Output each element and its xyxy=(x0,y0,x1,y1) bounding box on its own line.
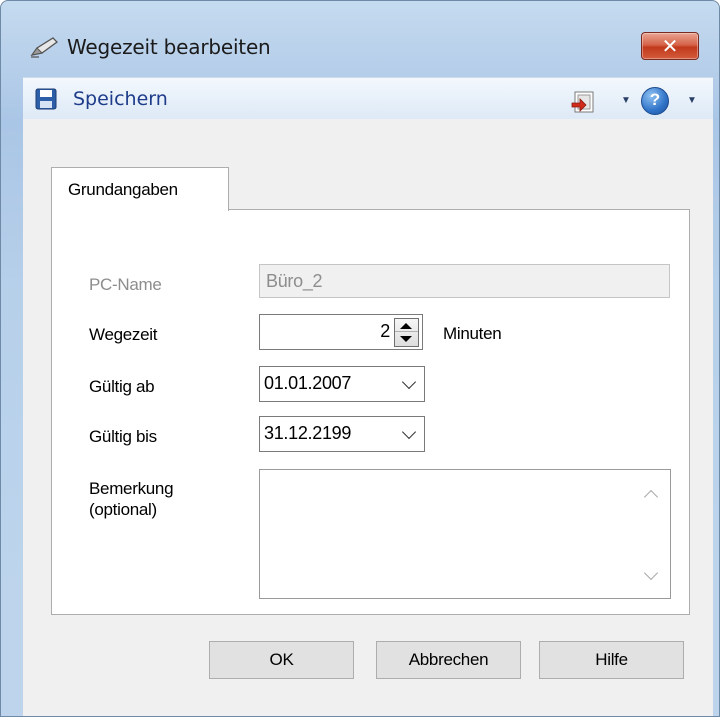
gueltig-bis-label: Gültig bis xyxy=(89,427,157,446)
help-icon[interactable]: ? xyxy=(641,87,669,115)
dialog-window: Wegezeit bearbeiten ✕ Speichern ▼ ? ▼ Gr… xyxy=(0,0,720,717)
help-button[interactable]: Hilfe xyxy=(539,641,684,679)
wegezeit-stepper[interactable]: 2 xyxy=(259,314,423,350)
exit-dropdown-arrow-icon[interactable]: ▼ xyxy=(621,95,631,106)
wegezeit-label: Wegezeit xyxy=(89,325,158,344)
spin-down-icon[interactable] xyxy=(400,336,412,342)
gueltig-ab-datepicker[interactable]: 01.01.2007 xyxy=(259,366,425,402)
wegezeit-unit: Minuten xyxy=(443,324,502,343)
pc-name-label: PC-Name xyxy=(89,275,162,294)
gueltig-bis-datepicker[interactable]: 31.12.2199 xyxy=(259,416,425,452)
help-dropdown-arrow-icon[interactable]: ▼ xyxy=(687,95,697,106)
toolbar: Speichern ▼ ? ▼ xyxy=(23,77,713,121)
close-icon: ✕ xyxy=(661,34,679,58)
ok-button[interactable]: OK xyxy=(209,641,354,679)
close-button[interactable]: ✕ xyxy=(641,32,699,60)
cancel-button[interactable]: Abbrechen xyxy=(376,641,521,679)
tab-grundangaben[interactable]: Grundangaben xyxy=(51,167,229,211)
gueltig-bis-value: 31.12.2199 xyxy=(264,423,352,443)
spin-buttons[interactable] xyxy=(394,318,419,347)
bemerkung-label: Bemerkung xyxy=(89,479,174,498)
exit-door-icon[interactable] xyxy=(571,91,595,113)
help-glyph: ? xyxy=(649,90,661,109)
scroll-down-icon[interactable] xyxy=(643,565,659,581)
scroll-up-icon[interactable] xyxy=(643,489,659,505)
chevron-down-icon[interactable] xyxy=(401,424,417,440)
save-button[interactable]: Speichern xyxy=(73,88,168,110)
tab-label: Grundangaben xyxy=(68,180,178,199)
spin-up-icon[interactable] xyxy=(400,323,412,329)
pen-icon xyxy=(30,37,58,58)
pc-name-field: Büro_2 xyxy=(259,264,670,298)
bemerkung-optional-label: (optional) xyxy=(89,500,157,519)
window-title: Wegezeit bearbeiten xyxy=(67,35,271,59)
gueltig-ab-value: 01.01.2007 xyxy=(264,373,352,393)
gueltig-ab-label: Gültig ab xyxy=(89,377,155,396)
pc-name-value: Büro_2 xyxy=(266,271,323,291)
bemerkung-textarea[interactable] xyxy=(259,469,671,599)
floppy-disk-icon[interactable] xyxy=(35,88,57,110)
chevron-down-icon[interactable] xyxy=(401,374,417,390)
client-area: Grundangaben PC-Name Büro_2 Wegezeit 2 M… xyxy=(23,119,713,716)
wegezeit-value: 2 xyxy=(380,321,390,341)
title-bar[interactable]: Wegezeit bearbeiten ✕ xyxy=(1,1,719,60)
